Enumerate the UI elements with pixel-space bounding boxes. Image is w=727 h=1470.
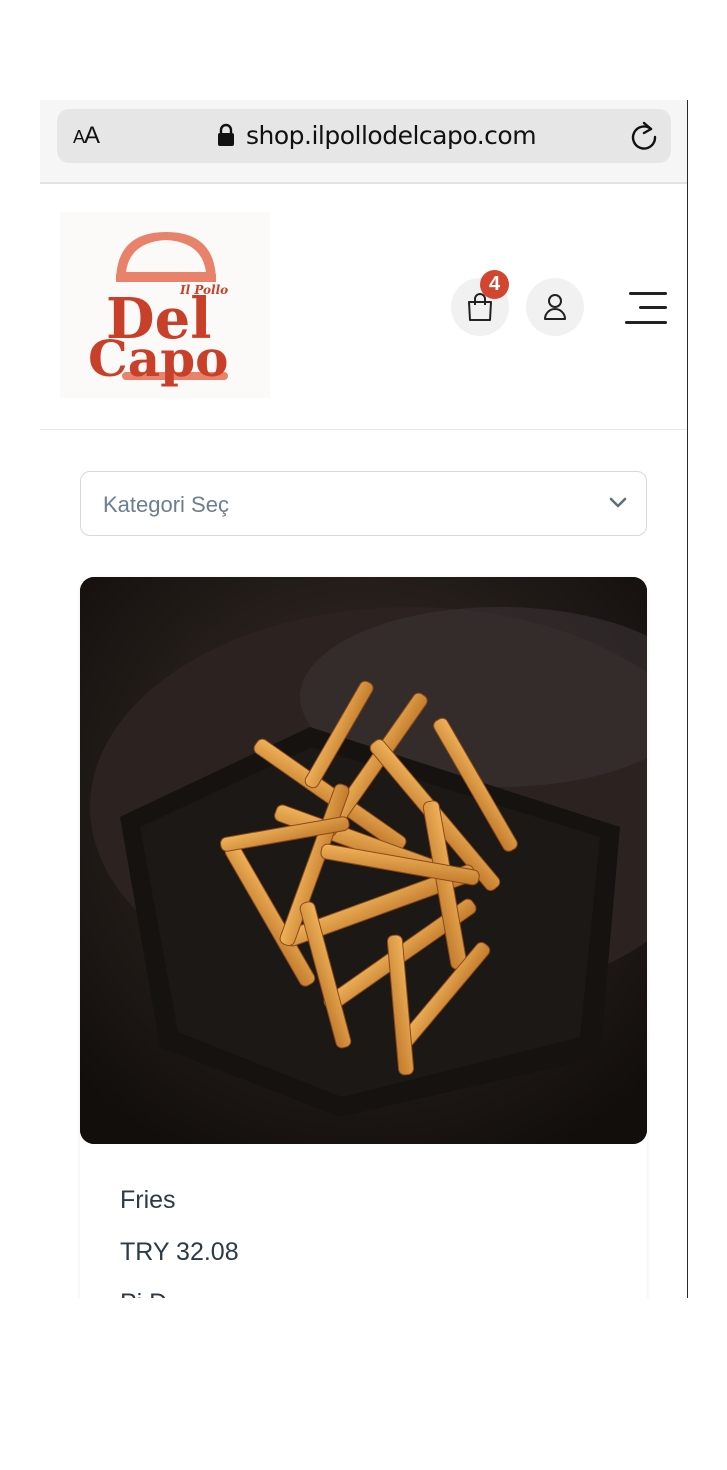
browser-address-bar: AA shop.ilpollodelcapo.com: [40, 100, 687, 184]
phone-viewport: AA shop.ilpollodelcapo.com Il Pollo Del …: [40, 100, 688, 1298]
url-field[interactable]: AA shop.ilpollodelcapo.com: [57, 109, 671, 163]
product-image[interactable]: [80, 577, 647, 1144]
category-select[interactable]: Kategori Seç: [80, 471, 647, 536]
site-header: Il Pollo Del Capo 4: [40, 186, 687, 430]
aa-large: A: [84, 122, 100, 149]
category-select-label: Kategori Seç: [103, 492, 229, 517]
hamburger-menu-icon[interactable]: [625, 290, 669, 326]
account-button[interactable]: [526, 278, 584, 336]
chevron-down-icon: [609, 497, 627, 508]
product-name: Fries: [120, 1186, 176, 1214]
reader-settings-button[interactable]: AA: [73, 122, 100, 150]
cart-count-badge: 4: [480, 270, 509, 299]
logo-line2: Capo: [88, 329, 229, 388]
product-price: TRY 32.08: [120, 1238, 239, 1266]
reload-icon[interactable]: [629, 120, 659, 152]
product-card[interactable]: Fries TRY 32.08 Pi D: [80, 577, 647, 1298]
url-text: shop.ilpollodelcapo.com: [246, 121, 537, 150]
user-icon: [544, 294, 566, 320]
aa-small: A: [73, 127, 85, 147]
fries-photo: [80, 577, 647, 1144]
lock-icon: [218, 123, 234, 146]
logo-graphic: Il Pollo Del Capo: [88, 232, 229, 388]
site-logo[interactable]: Il Pollo Del Capo: [60, 212, 270, 398]
product-extra-text: Pi D: [120, 1289, 167, 1298]
